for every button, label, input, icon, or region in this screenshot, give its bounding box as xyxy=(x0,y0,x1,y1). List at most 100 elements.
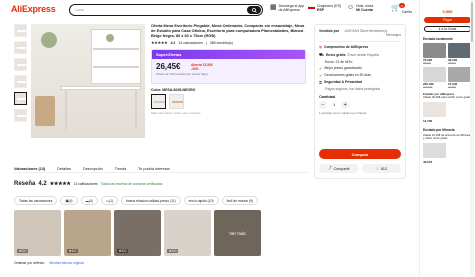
returns-row[interactable]: ✓ Devoluciones gratis en 90 días xyxy=(319,73,401,78)
promo-text: Añade 20,00€ para recibir envío gratis xyxy=(423,95,471,100)
filter-fast-shipping[interactable]: envío rápido (10) xyxy=(183,196,219,205)
sidebar-item[interactable]: 33,00€ 48,00€ xyxy=(448,43,471,65)
increase-button[interactable]: + xyxy=(341,100,350,109)
wishlist-button[interactable]: ♡ 813 xyxy=(361,164,401,173)
quantity-label: Cantidad xyxy=(319,94,336,99)
item-old-price: 32,00€ xyxy=(448,86,456,89)
truck-icon: ⛟ xyxy=(319,51,325,57)
sort-dropdown[interactable]: Ordenar por defecto xyxy=(14,261,44,265)
sidebar-item[interactable]: 27,94€ 32,00€ xyxy=(448,67,471,89)
promo2-item-price: 46,97€ xyxy=(423,159,433,164)
aliexpress-promo: Enviado por AliExpress Añade 20,00€ para… xyxy=(423,92,472,100)
product-price: 26,45€ xyxy=(156,62,181,72)
discount-tag: Ahorra 13,50€ -34% xyxy=(191,63,213,71)
color-label: Color: MESA-6045-NEGRO xyxy=(151,88,196,93)
message-link[interactable]: Mensajes xyxy=(319,33,401,37)
shipping-row[interactable]: ⛟ Envío gratis Envío desde España xyxy=(319,52,401,58)
decrease-button[interactable]: − xyxy=(319,100,327,109)
filter-all[interactable]: Todas las valoraciones xyxy=(14,196,58,205)
share-button[interactable]: ⤴ Compartir xyxy=(319,164,359,173)
wishlist-count: 813 xyxy=(380,166,387,171)
tab-store[interactable]: Tienda xyxy=(115,167,126,171)
promo2-item-image[interactable] xyxy=(423,142,446,158)
account-menu[interactable]: ☺ Hola, inicia Mi Cuenta xyxy=(347,4,373,12)
thumbnail[interactable] xyxy=(14,41,27,54)
item-old-price: 98,00€ xyxy=(423,62,431,65)
cart-amount: 0,00€ xyxy=(442,9,453,14)
user-icon: ☺ xyxy=(347,4,355,11)
review-filters: Todas las valoraciones ▣ (4) ▬ (4) ▭ (1)… xyxy=(14,196,259,205)
color-swatch-selected[interactable] xyxy=(151,94,166,110)
rating-reviews[interactable]: 13 valoraciones xyxy=(178,41,203,45)
cart-count-badge: 0 xyxy=(399,3,405,8)
main-product-image[interactable] xyxy=(31,24,145,138)
thumbnail[interactable] xyxy=(14,24,27,37)
best-price-row[interactable]: ✓ Mejor precio garantizado xyxy=(319,66,401,71)
quantity-value[interactable]: 1 xyxy=(333,102,335,107)
reviews-title: Reseña xyxy=(14,181,36,187)
photo-rating: ★5.0 xyxy=(117,249,129,253)
tab-description[interactable]: Descripción xyxy=(83,167,103,171)
filter-easy-assembly[interactable]: fácil de montar (9) xyxy=(221,196,259,205)
go-to-cart-button[interactable]: Ir a la Cesta xyxy=(424,26,471,32)
local-items: 76,69€ 98,00€ 33,00€ 48,00€ 295,40€ 340,… xyxy=(420,43,475,89)
filter-value[interactable]: buena relación calidad-precio (11) xyxy=(121,196,181,205)
page-scrollbar[interactable] xyxy=(470,0,474,277)
search-button[interactable] xyxy=(247,6,261,14)
guarantee-row[interactable]: ⛨ Compromiso de AliExpress xyxy=(319,45,401,50)
review-photo[interactable]: ★5.0 xyxy=(64,210,111,256)
checkout-button[interactable]: Pagar xyxy=(424,17,471,23)
more-info-link[interactable]: Más información sobre este producto xyxy=(151,111,306,115)
thumbnail[interactable] xyxy=(14,75,27,88)
account-bottom: Mi Cuenta xyxy=(356,8,373,12)
review-photo[interactable]: ★5.0 xyxy=(14,210,61,256)
thumbnail[interactable] xyxy=(14,58,27,71)
review-photo[interactable]: ★5.0 xyxy=(114,210,161,256)
seller-name[interactable]: JUNTIAN StoreVendedor(s) xyxy=(344,29,387,33)
cart-label: Carrito xyxy=(401,10,413,14)
download-app[interactable]: ▦ Descarga el app de AliExpress xyxy=(270,4,307,12)
security-row[interactable]: ⚿ Seguridad & Privacidad xyxy=(319,80,401,85)
rating-value: 4.2 xyxy=(170,40,176,45)
rating-stars: ★★★★★ xyxy=(151,40,168,46)
reviews-score: 4.2 xyxy=(38,181,47,187)
tab-details[interactable]: Detalles xyxy=(57,167,71,171)
review-photo-more[interactable]: Ver más xyxy=(214,210,261,256)
sidebar-item[interactable]: 295,40€ 340,00€ xyxy=(423,67,446,89)
section-mirravia: Enviado por Mirravia xyxy=(423,127,455,132)
offer-label: SuperOfertas xyxy=(152,50,305,60)
mirravia-promo-text: Añade 10,00€ de artículos de Mirravia y … xyxy=(423,132,471,141)
buy-now-button[interactable]: Comprar xyxy=(319,149,401,159)
guarantee-label: Compromiso de AliExpress xyxy=(324,45,369,50)
product-info: Oferta Mesa Escritorio Plegable, Mesa Or… xyxy=(151,23,306,115)
discount-line2: -34% xyxy=(191,67,199,72)
filter-photos[interactable]: ▣ (4) xyxy=(60,196,78,205)
sold-count: 385 vendido(s) xyxy=(209,40,233,45)
security-label: Seguridad & Privacidad xyxy=(324,80,363,85)
filter-video-count: (1) xyxy=(108,198,113,203)
filter-country[interactable]: ▬ (4) xyxy=(80,196,98,205)
reviews-count: 13 calificaciones xyxy=(73,182,98,186)
rating-row[interactable]: ★★★★★ 4.2 13 valoraciones | 385 vendido(… xyxy=(151,40,306,45)
show-original-link[interactable]: Mostrar idioma original xyxy=(49,261,83,265)
best-price-label: Mejor precio garantizado xyxy=(324,66,362,71)
thumbnail-selected[interactable] xyxy=(14,92,27,105)
sold-by-label: Vendido por xyxy=(319,29,340,33)
tab-recommendations[interactable]: Te podría interesar xyxy=(138,167,170,171)
search-icon xyxy=(251,7,257,13)
color-swatches xyxy=(151,94,306,110)
scrollbar-thumb[interactable] xyxy=(471,2,473,42)
thumbnail[interactable] xyxy=(14,109,27,122)
promo-item-image[interactable] xyxy=(423,101,446,117)
aliexpress-logo[interactable]: AliExpress xyxy=(11,4,56,14)
color-swatch[interactable] xyxy=(169,94,184,110)
offer-box: SuperOfertas 26,45€ Ahorra 13,50€ -34% P… xyxy=(151,49,306,85)
currency-selector[interactable]: ▬ Chapinero (ES) ESP xyxy=(308,4,341,12)
security-note: Pagos seguros, tus datos protegidos xyxy=(325,86,381,91)
sidebar-item[interactable]: 76,69€ 98,00€ xyxy=(423,43,446,65)
reviews-header: Reseña 4.2 ★★★★★ 13 calificaciones Todas… xyxy=(14,181,162,187)
filter-video[interactable]: ▭ (1) xyxy=(100,196,118,205)
review-photo[interactable]: ★4.0 xyxy=(164,210,211,256)
tab-reviews[interactable]: Valoraciones (13) xyxy=(14,167,45,171)
search-input[interactable]: Lamp xyxy=(69,4,263,16)
